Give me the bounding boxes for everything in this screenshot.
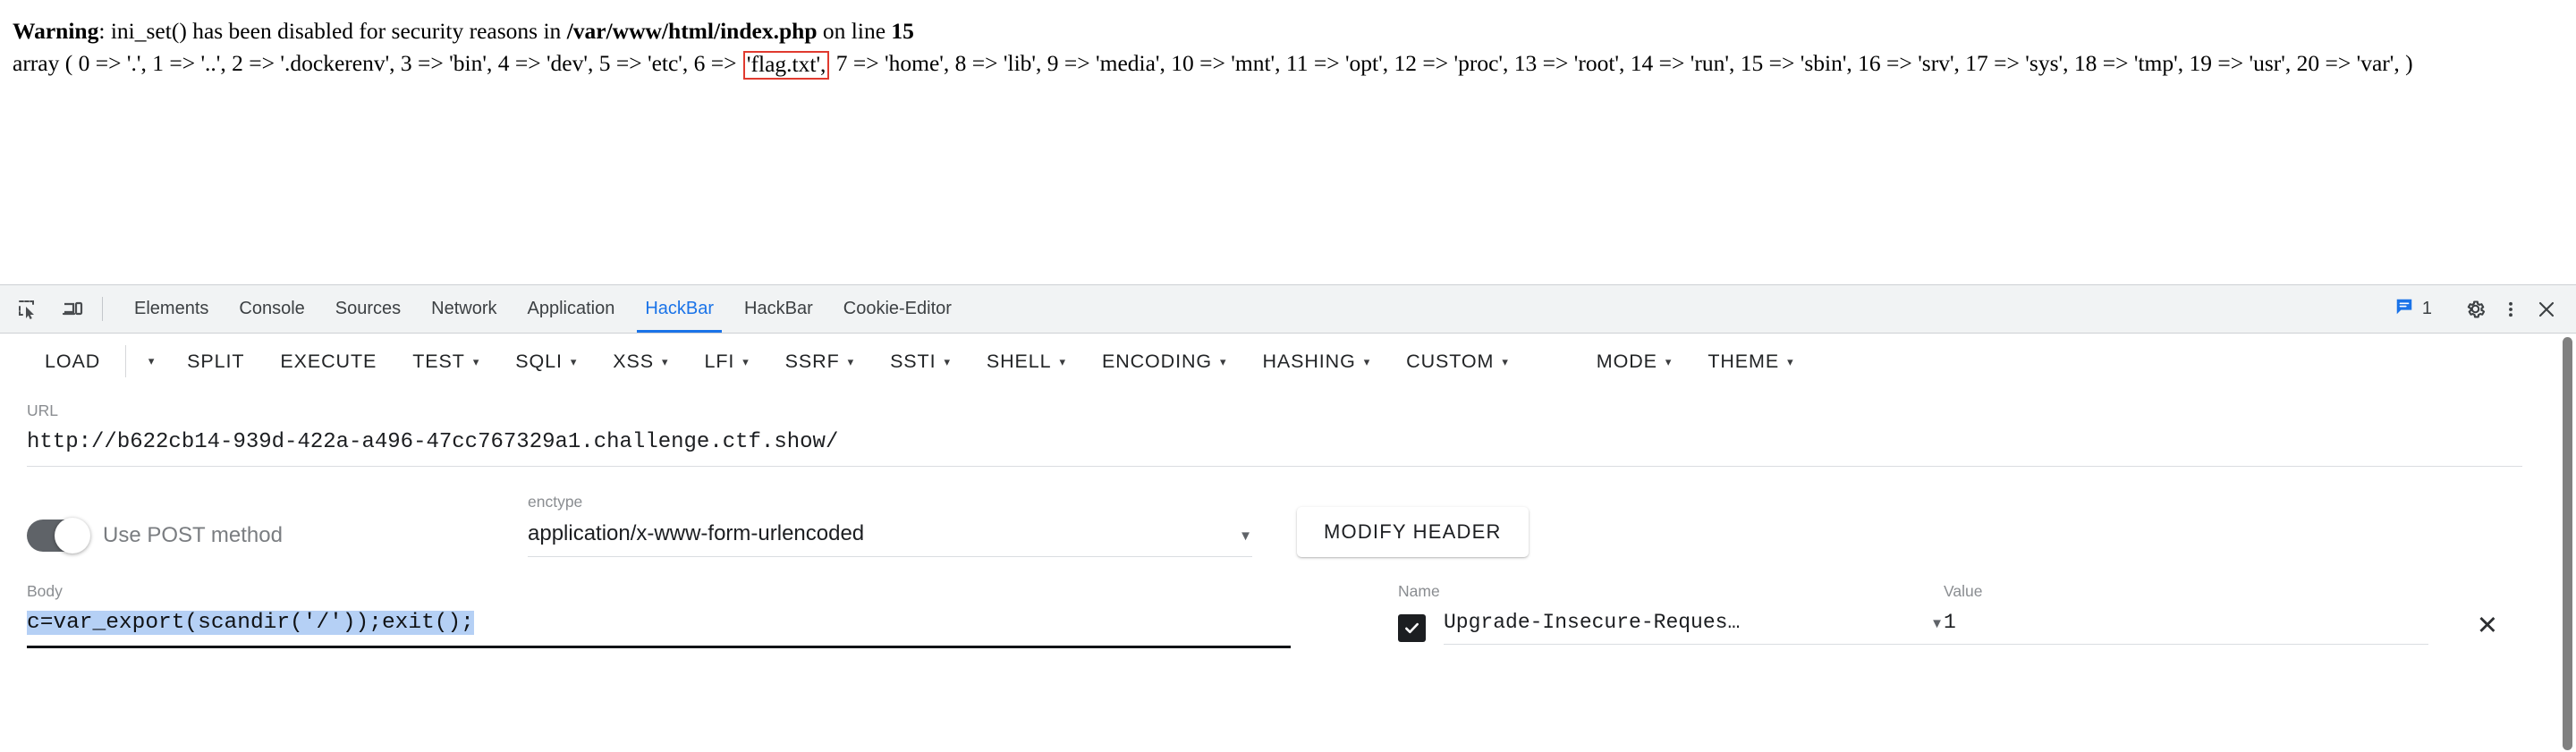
- devtools-tab-list: Elements Console Sources Network Applica…: [108, 285, 967, 333]
- close-icon[interactable]: [2531, 294, 2562, 325]
- chevron-down-icon: ▾: [1502, 354, 1509, 368]
- chevron-down-icon: ▾: [1220, 354, 1227, 368]
- php-output-region: Warning: ini_set() has been disabled for…: [0, 0, 2576, 268]
- scandir-array-output: array ( 0 => '.', 1 => '..', 2 => '.dock…: [13, 48, 2563, 80]
- url-label: URL: [27, 401, 59, 419]
- kebab-menu-icon[interactable]: [2496, 294, 2526, 325]
- hackbar-menubar: LOAD ▾ SPLIT EXECUTE TEST ▾ SQLI ▾ XSS ▾ LF…: [0, 334, 2576, 389]
- devtools-scrollbar[interactable]: [2561, 335, 2575, 752]
- menu-execute[interactable]: EXECUTE: [262, 343, 394, 380]
- menu-custom[interactable]: CUSTOM ▾: [1388, 343, 1527, 380]
- chevron-down-icon: ▾: [847, 354, 855, 368]
- chevron-down-icon: ▾: [1363, 354, 1371, 368]
- hackbar-form: URL http://b622cb14-939d-422a-a496-47cc7…: [0, 389, 2576, 648]
- header-value-text: 1: [1944, 611, 1956, 634]
- warning-message: : ini_set() has been disabled for securi…: [98, 18, 567, 44]
- tab-cookie-editor[interactable]: Cookie-Editor: [828, 285, 967, 333]
- enctype-value: application/x-www-form-urlencoded: [528, 521, 865, 545]
- enctype-field-group: enctype application/x-www-form-urlencode…: [528, 493, 1252, 557]
- toggle-switch[interactable]: [27, 518, 90, 553]
- url-input[interactable]: http://b622cb14-939d-422a-a496-47cc76732…: [27, 430, 2522, 467]
- message-count-indicator[interactable]: 1: [2389, 297, 2437, 322]
- array-segment-after-flag: 7 => 'home', 8 => 'lib', 9 => 'media', 1…: [830, 50, 2413, 77]
- warning-file-path: /var/www/html/index.php: [566, 18, 818, 44]
- menu-split[interactable]: SPLIT: [169, 343, 262, 380]
- remove-header-icon[interactable]: ✕: [2477, 613, 2498, 643]
- menu-xss[interactable]: XSS ▾: [595, 343, 686, 380]
- devtools-tool-icons: [0, 285, 97, 333]
- tab-hackbar[interactable]: HackBar: [630, 285, 729, 333]
- toolbar-divider: [102, 297, 103, 321]
- warning-keyword: Warning: [13, 18, 99, 44]
- menu-test[interactable]: TEST ▾: [394, 343, 497, 380]
- message-icon: [2394, 297, 2414, 322]
- gear-icon[interactable]: [2460, 294, 2490, 325]
- chevron-down-icon: ▾: [1059, 354, 1066, 368]
- device-toolbar-icon[interactable]: [57, 294, 88, 325]
- menu-divider: [125, 345, 127, 377]
- use-post-method-toggle[interactable]: Use POST method: [27, 518, 528, 557]
- chevron-down-icon: ▾: [742, 354, 750, 368]
- inspect-element-icon[interactable]: [13, 294, 43, 325]
- modify-header-button[interactable]: MODIFY HEADER: [1297, 507, 1529, 557]
- array-segment-before-flag: array ( 0 => '.', 1 => '..', 2 => '.dock…: [13, 50, 742, 77]
- body-input[interactable]: c=var_export(scandir('/'));exit();: [27, 611, 1291, 648]
- flag-txt-highlight: 'flag.txt',: [742, 51, 830, 80]
- tab-network[interactable]: Network: [416, 285, 512, 333]
- menu-load-dropdown-caret[interactable]: ▾: [133, 347, 169, 376]
- header-enabled-checkbox[interactable]: [1398, 613, 1426, 642]
- menu-ssrf[interactable]: SSRF ▾: [767, 343, 872, 380]
- chevron-down-icon: ▾: [944, 354, 951, 368]
- chevron-down-icon: ▾: [1665, 354, 1673, 368]
- chevron-down-icon: ▾: [1787, 354, 1794, 368]
- menu-load[interactable]: LOAD: [27, 343, 118, 380]
- menu-lfi[interactable]: LFI ▾: [686, 343, 767, 380]
- warning-line-number: 15: [891, 18, 914, 44]
- use-post-method-label: Use POST method: [103, 523, 283, 547]
- menu-shell[interactable]: SHELL ▾: [969, 343, 1084, 380]
- menu-theme[interactable]: THEME ▾: [1690, 343, 1811, 380]
- body-field-group: Body c=var_export(scandir('/'));exit();: [27, 582, 1291, 648]
- header-rows-group: Name Upgrade-Insecure-Reques… ▼ Value 1 …: [1398, 582, 2498, 645]
- hackbar-options-row: Use POST method enctype application/x-ww…: [27, 493, 2549, 557]
- body-input-value: c=var_export(scandir('/'));exit();: [27, 611, 474, 635]
- scrollbar-thumb[interactable]: [2563, 337, 2572, 750]
- header-value-column: Value 1 ✕: [1944, 582, 2498, 645]
- header-name-row: Upgrade-Insecure-Reques… ▼: [1398, 611, 1944, 645]
- devtools-tabbar-actions: 1: [2389, 285, 2576, 333]
- header-name-value: Upgrade-Insecure-Reques…: [1444, 611, 1741, 634]
- hackbar-body-row: Body c=var_export(scandir('/'));exit(); …: [27, 582, 2549, 648]
- menu-ssti[interactable]: SSTI ▾: [872, 343, 969, 380]
- devtools-tabbar: Elements Console Sources Network Applica…: [0, 285, 2576, 334]
- header-value-label: Value: [1944, 582, 1983, 600]
- chevron-down-icon: ▼: [1930, 616, 1944, 631]
- tab-elements[interactable]: Elements: [119, 285, 224, 333]
- menu-mode[interactable]: MODE ▾: [1579, 343, 1690, 380]
- header-name-column: Name Upgrade-Insecure-Reques… ▼: [1398, 582, 1944, 645]
- tab-hackbar-secondary[interactable]: HackBar: [729, 285, 828, 333]
- body-label: Body: [27, 582, 63, 600]
- tab-console[interactable]: Console: [224, 285, 319, 333]
- enctype-select[interactable]: application/x-www-form-urlencoded ▼: [528, 521, 1252, 557]
- message-count-value: 1: [2421, 299, 2432, 318]
- chevron-down-icon: ▾: [570, 354, 578, 368]
- php-warning-line: Warning: ini_set() has been disabled for…: [13, 16, 2563, 46]
- chevron-down-icon: ▼: [1239, 528, 1252, 544]
- tab-sources[interactable]: Sources: [320, 285, 416, 333]
- header-name-select[interactable]: Upgrade-Insecure-Reques… ▼: [1444, 611, 1944, 645]
- menu-encoding[interactable]: ENCODING ▾: [1084, 343, 1245, 380]
- toggle-knob: [55, 518, 90, 553]
- header-value-row: 1 ✕: [1944, 611, 2498, 645]
- menu-hashing[interactable]: HASHING ▾: [1244, 343, 1388, 380]
- devtools-panel: Elements Console Sources Network Applica…: [0, 284, 2576, 752]
- header-name-label: Name: [1398, 582, 1440, 600]
- chevron-down-icon: ▾: [472, 354, 480, 368]
- tab-application[interactable]: Application: [513, 285, 631, 333]
- header-value-input[interactable]: 1: [1944, 611, 2428, 645]
- chevron-down-icon: ▾: [662, 354, 669, 368]
- menu-sqli[interactable]: SQLI ▾: [497, 343, 595, 380]
- enctype-label: enctype: [528, 493, 583, 511]
- warning-line-text: on line: [817, 18, 892, 44]
